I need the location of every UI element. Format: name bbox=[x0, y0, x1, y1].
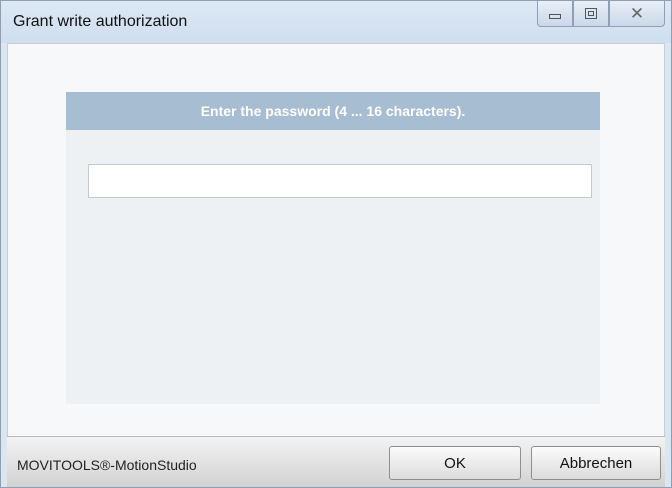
dialog-window: Grant write authorization ✕ Enter the pa… bbox=[0, 0, 672, 488]
client-area: Enter the password (4 ... 16 characters)… bbox=[7, 43, 665, 437]
app-name-label: MOVITOOLS®-MotionStudio bbox=[17, 457, 197, 473]
title-bar[interactable]: Grant write authorization ✕ bbox=[1, 1, 671, 43]
minimize-button[interactable] bbox=[537, 1, 573, 27]
caption-buttons: ✕ bbox=[537, 1, 665, 27]
maximize-icon bbox=[585, 8, 597, 19]
ok-button[interactable]: OK bbox=[389, 446, 521, 480]
close-icon: ✕ bbox=[629, 3, 645, 24]
cancel-button[interactable]: Abbrechen bbox=[531, 446, 661, 480]
minimize-icon bbox=[549, 14, 561, 19]
close-button[interactable]: ✕ bbox=[609, 1, 665, 27]
maximize-button[interactable] bbox=[573, 1, 609, 27]
password-input[interactable] bbox=[88, 164, 592, 198]
password-prompt: Enter the password (4 ... 16 characters)… bbox=[66, 92, 600, 130]
password-panel: Enter the password (4 ... 16 characters)… bbox=[66, 92, 600, 404]
window-title: Grant write authorization bbox=[13, 13, 188, 30]
footer-bar: MOVITOOLS®-MotionStudio OK Abbrechen bbox=[7, 436, 665, 487]
